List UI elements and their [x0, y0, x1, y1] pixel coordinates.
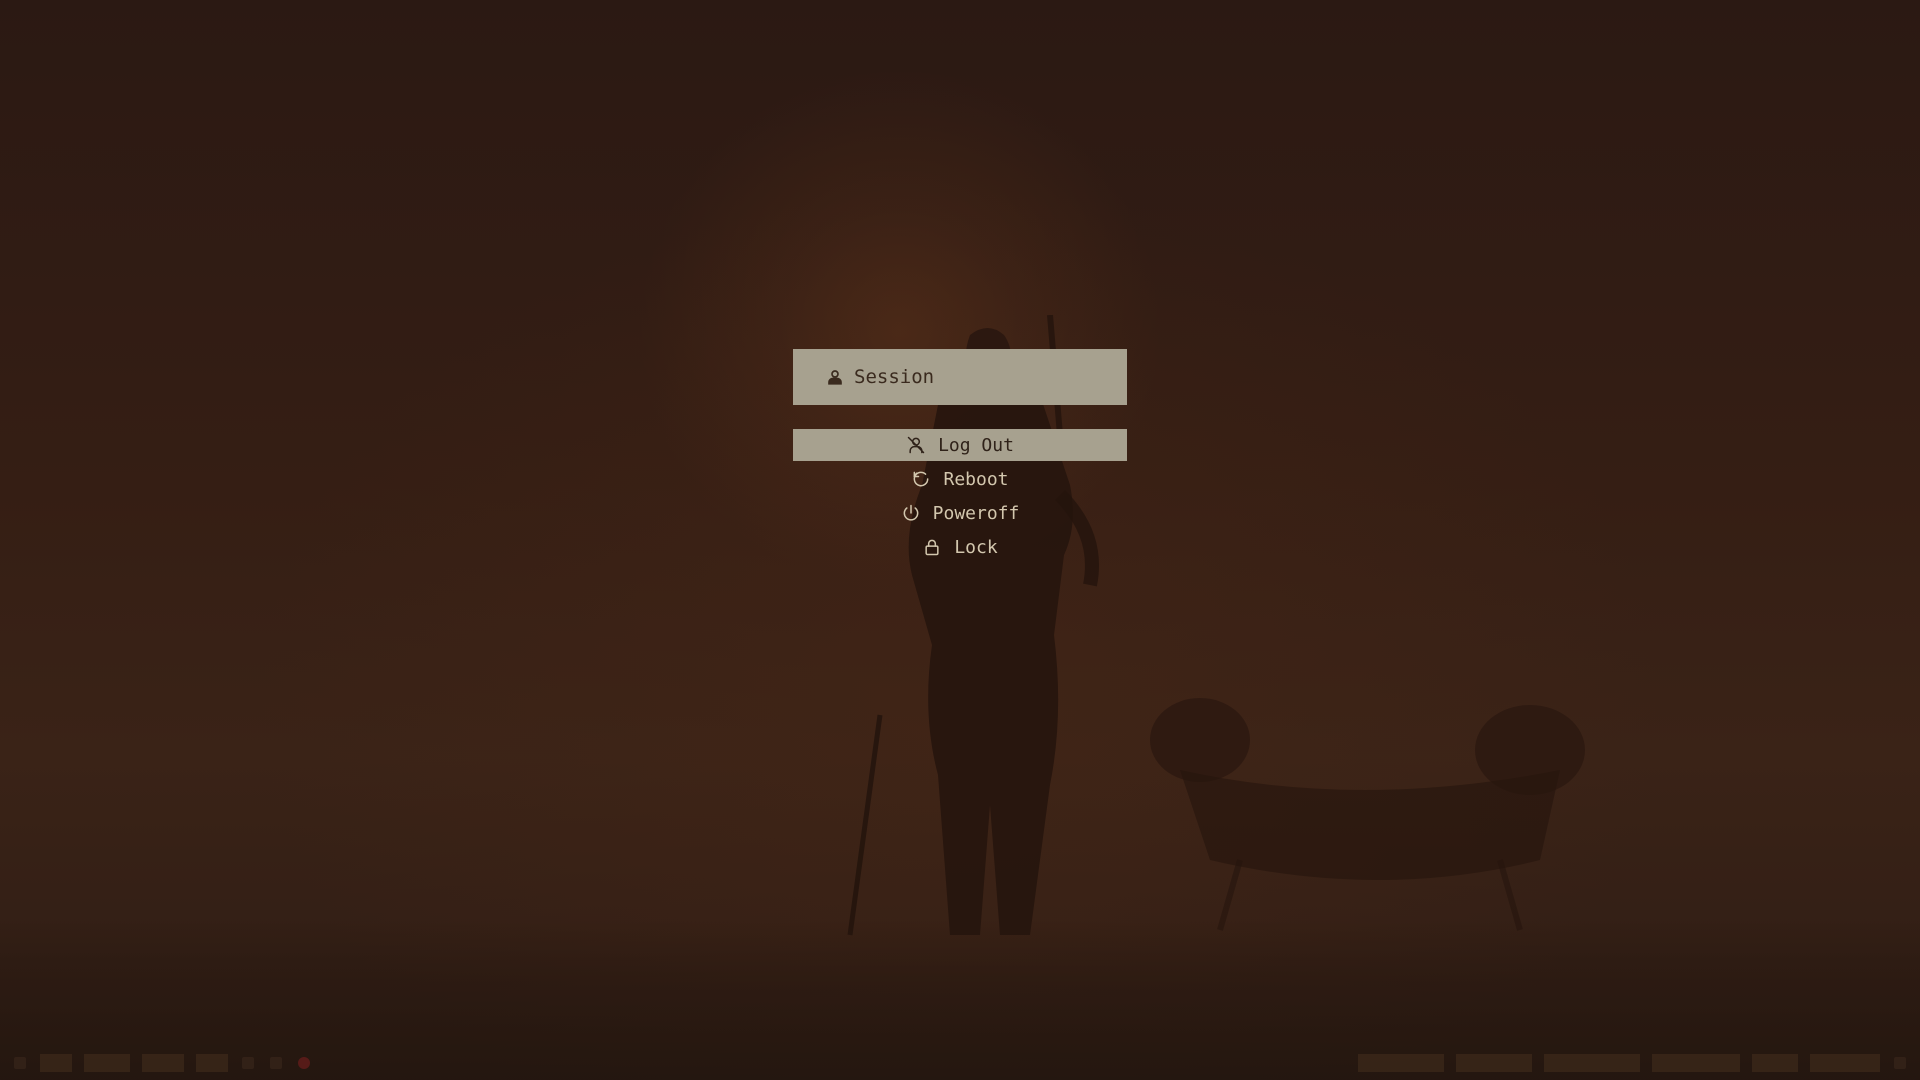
- session-menu: Session Log Out Reboot Poweroff Lock: [793, 349, 1127, 565]
- user-off-icon: [906, 435, 926, 455]
- wallpaper-ship-silhouette: [1150, 698, 1585, 931]
- status-module: [298, 1057, 310, 1069]
- menu-item-lock[interactable]: Lock: [793, 531, 1127, 563]
- menu-item-poweroff[interactable]: Poweroff: [793, 497, 1127, 529]
- status-module: [142, 1054, 184, 1072]
- session-options-list: Log Out Reboot Poweroff Lock: [793, 429, 1127, 563]
- status-module: [242, 1057, 254, 1069]
- session-prompt[interactable]: Session: [793, 349, 1127, 405]
- status-module: [84, 1054, 130, 1072]
- workspace-indicator: [14, 1057, 26, 1069]
- status-module: [1544, 1054, 1640, 1072]
- status-module: [270, 1057, 282, 1069]
- status-bar-left: [0, 1054, 318, 1072]
- menu-item-label: Log Out: [938, 434, 1014, 456]
- status-bar-right: [1352, 1054, 1920, 1072]
- status-module: [1810, 1054, 1880, 1072]
- power-icon: [901, 503, 921, 523]
- menu-item-label: Poweroff: [932, 502, 1020, 524]
- refresh-icon: [911, 469, 931, 489]
- status-bar: [0, 1046, 1920, 1080]
- status-module: [1456, 1054, 1532, 1072]
- menu-item-log-out[interactable]: Log Out: [793, 429, 1127, 461]
- status-module: [1358, 1054, 1444, 1072]
- user-icon: [826, 368, 844, 386]
- status-module: [1894, 1057, 1906, 1069]
- status-module: [1752, 1054, 1798, 1072]
- lock-icon: [922, 537, 942, 557]
- status-module: [196, 1054, 228, 1072]
- menu-item-reboot[interactable]: Reboot: [793, 463, 1127, 495]
- menu-item-label: Reboot: [943, 468, 1009, 490]
- status-module: [40, 1054, 72, 1072]
- status-module: [1652, 1054, 1740, 1072]
- session-prompt-label: Session: [854, 366, 935, 388]
- menu-item-label: Lock: [954, 536, 998, 558]
